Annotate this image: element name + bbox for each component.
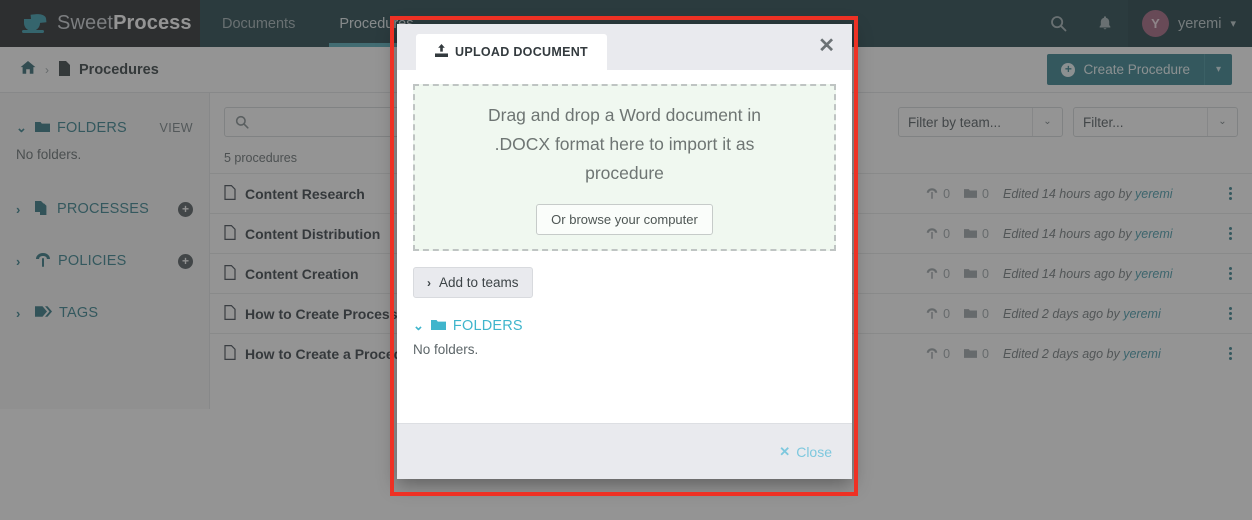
file-dropzone[interactable]: Drag and drop a Word document in .DOCX f…	[413, 84, 836, 251]
modal-folders-section[interactable]: ⌄ FOLDERS	[413, 318, 836, 334]
chevron-down-icon: ⌄	[413, 318, 424, 333]
modal-footer: ✕ Close	[397, 423, 852, 479]
tab-upload-document[interactable]: UPLOAD DOCUMENT	[416, 34, 607, 70]
browse-computer-button[interactable]: Or browse your computer	[536, 203, 713, 235]
close-button[interactable]: ✕ Close	[779, 444, 832, 460]
tab-upload-document-label: UPLOAD DOCUMENT	[455, 45, 588, 59]
close-icon: ✕	[779, 443, 791, 459]
dropzone-instruction: Drag and drop a Word document in .DOCX f…	[487, 104, 762, 183]
modal-folders-empty: No folders.	[413, 342, 479, 357]
modal-folders-label: FOLDERS	[452, 318, 523, 334]
add-to-teams-button[interactable]: › Add to teams	[413, 267, 533, 298]
upload-icon	[435, 44, 448, 60]
app-root: SweetProcess Documents Procedures Y yere…	[0, 0, 1252, 520]
folder-icon	[430, 318, 446, 334]
chevron-right-icon: ›	[427, 275, 431, 290]
close-icon[interactable]: ✕	[818, 36, 835, 56]
close-button-label: Close	[796, 443, 832, 460]
modal-header: UPLOAD DOCUMENT ✕	[397, 24, 852, 70]
modal-body: Drag and drop a Word document in .DOCX f…	[397, 70, 852, 423]
add-to-teams-label: Add to teams	[439, 275, 519, 290]
upload-document-modal: UPLOAD DOCUMENT ✕ Drag and drop a Word d…	[397, 24, 852, 479]
